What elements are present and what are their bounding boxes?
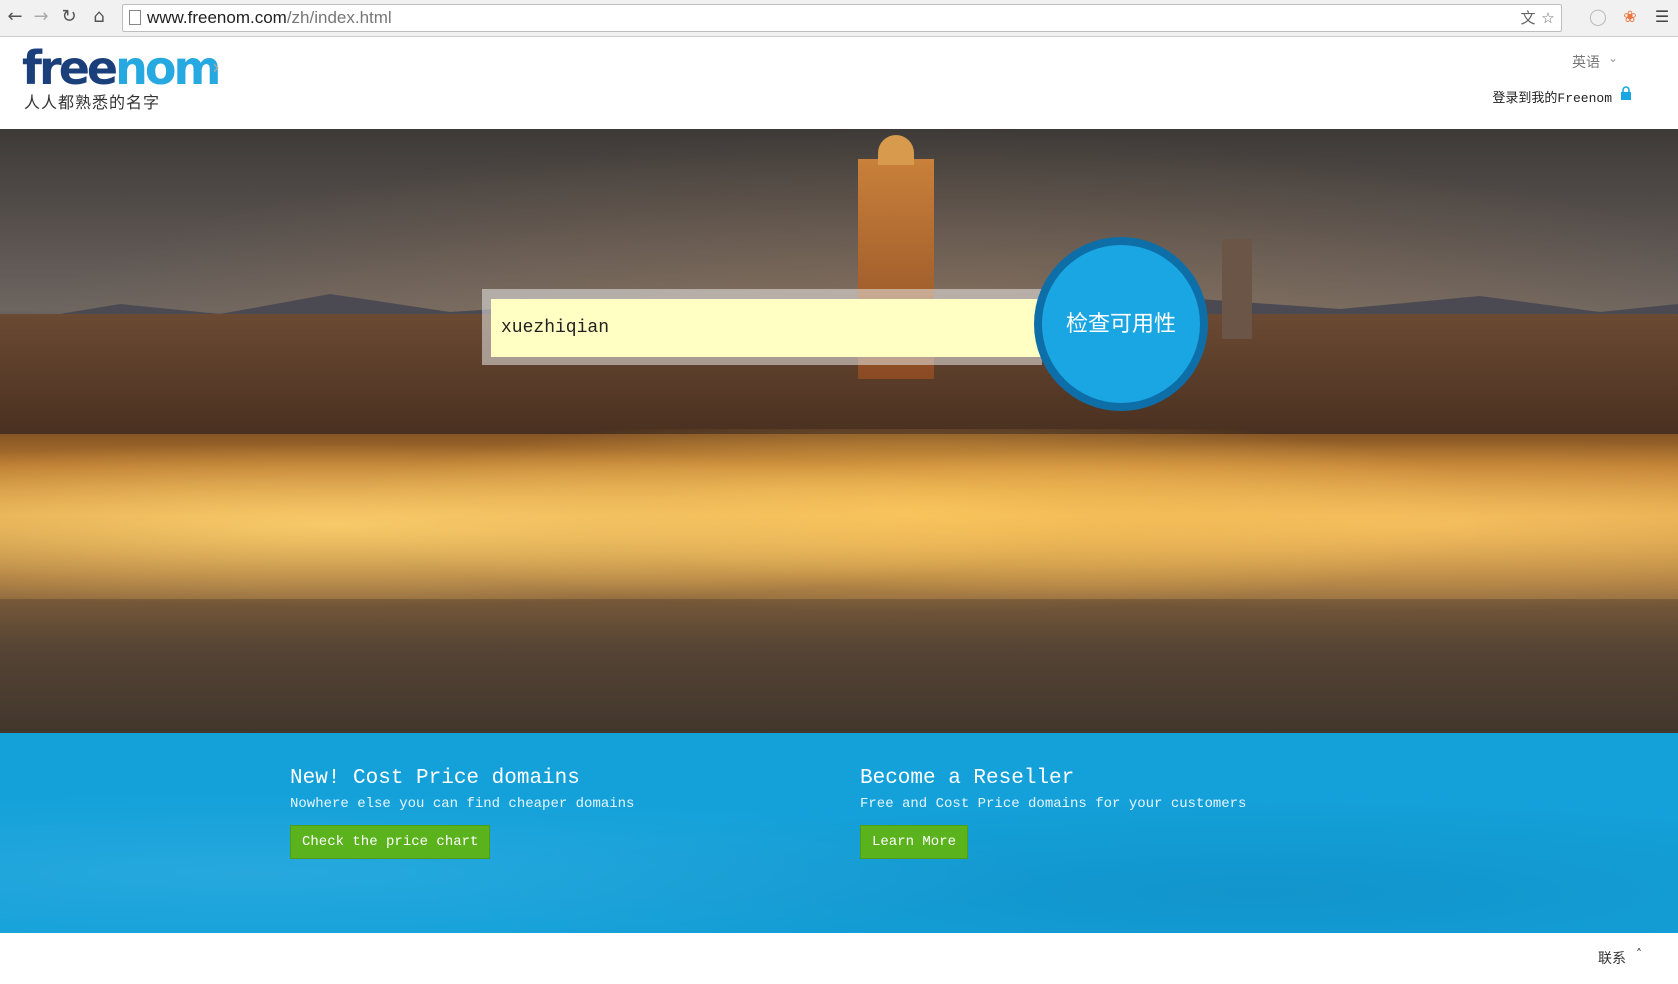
site-header: freenom 人人都熟悉的名字 › 英语 ⌄ 登录到我的Freenom <box>0 37 1678 130</box>
hero-banner <box>0 129 1678 733</box>
freenom-logo[interactable]: freenom <box>22 43 221 93</box>
chrome-ext-icon[interactable]: ❀ <box>1620 7 1640 27</box>
browser-toolbar: ← → ↻ ⌂ www.freenom.com/zh/index.html 文 … <box>0 0 1678 37</box>
address-url[interactable]: www.freenom.com/zh/index.html <box>147 8 392 28</box>
lock-icon <box>1621 86 1631 100</box>
chevron-down-icon[interactable]: ⌄ <box>1608 51 1618 65</box>
check-availability-button[interactable]: 检查可用性 <box>1042 245 1200 403</box>
page-icon <box>129 10 141 25</box>
menu-icon[interactable]: ☰ <box>1652 7 1672 27</box>
back-icon[interactable]: ← <box>4 6 26 28</box>
contact-link[interactable]: 联系 <box>1598 948 1626 968</box>
domain-search-input[interactable]: xuezhiqian <box>491 299 1051 357</box>
promo-subtitle: Free and Cost Price domains for your cus… <box>860 796 1247 812</box>
promo-cost-price: New! Cost Price domains Nowhere else you… <box>290 767 634 859</box>
learn-more-button[interactable]: Learn More <box>860 825 969 859</box>
hero-minaret-top <box>878 135 914 165</box>
promo-title: Become a Reseller <box>860 767 1075 790</box>
language-selector[interactable]: 英语 <box>1572 52 1600 72</box>
promo-title: New! Cost Price domains <box>290 767 580 790</box>
star-icon[interactable]: ☆ <box>1539 9 1557 27</box>
hero-tower <box>1222 239 1252 339</box>
home-icon[interactable]: ⌂ <box>88 6 110 28</box>
translate-icon[interactable]: 文 <box>1519 9 1537 27</box>
tagline: 人人都熟悉的名字 <box>24 95 161 112</box>
promo-reseller: Become a Reseller Free and Cost Price do… <box>860 767 1246 859</box>
hero-crowd <box>0 599 1678 733</box>
price-chart-button[interactable]: Check the price chart <box>290 825 491 859</box>
shield-icon[interactable]: ◯ <box>1588 7 1608 27</box>
promo-band: New! Cost Price domains Nowhere else you… <box>0 733 1678 933</box>
promo-subtitle: Nowhere else you can find cheaper domain… <box>290 796 635 812</box>
address-bar[interactable]: www.freenom.com/zh/index.html 文 ☆ <box>122 4 1562 32</box>
reload-icon[interactable]: ↻ <box>58 6 80 28</box>
chevron-up-icon[interactable]: ˄ <box>1636 947 1642 961</box>
forward-icon[interactable]: → <box>30 6 52 28</box>
chevron-right-icon: › <box>212 55 220 79</box>
login-link[interactable]: 登录到我的Freenom <box>1492 87 1612 106</box>
